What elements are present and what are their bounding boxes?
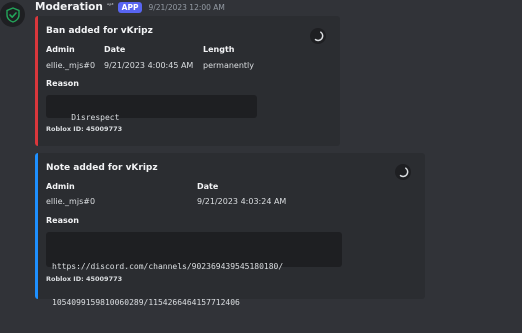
field-reason-label: Reason	[46, 79, 79, 88]
field-admin-value: ellie._mjs#0	[46, 61, 96, 70]
bot-tag: ᵒᵖᵗ	[106, 2, 114, 9]
shield-icon	[5, 6, 20, 23]
field-date-value: 9/21/2023 4:00:45 AM	[104, 61, 194, 70]
message-header: Moderation ᵒᵖᵗ APP 9/21/2023 12:00 AM	[35, 0, 225, 14]
note-embed: Note added for vKripz Admin ellie._mjs#0…	[35, 153, 425, 307]
username[interactable]: Moderation	[35, 1, 103, 13]
embed-title: Note added for vKripz	[46, 163, 158, 173]
reason-line-2: 1054099159810060289/1154266464157712406	[52, 298, 240, 307]
ban-embed: Ban added for vKripz Admin ellie._mjs#0 …	[35, 16, 340, 146]
avatar[interactable]	[0, 2, 25, 27]
field-date-label: Date	[197, 182, 219, 191]
reason-code-block: https://discord.com/channels/90236943954…	[46, 232, 342, 307]
reason-value: Disrespect	[71, 113, 120, 122]
field-length-label: Length	[203, 45, 235, 54]
field-length-value: permanently	[203, 61, 254, 70]
embed-footer: Roblox ID: 45009773	[46, 125, 123, 133]
embed-footer: Roblox ID: 45009773	[46, 275, 123, 283]
field-date-label: Date	[104, 45, 126, 54]
field-reason-label: Reason	[46, 216, 79, 225]
field-admin-value: ellie._mjs#0	[46, 197, 96, 206]
loading-spinner-icon	[395, 164, 411, 180]
field-admin-label: Admin	[46, 45, 75, 54]
reason-code-block: Disrespect	[46, 95, 257, 122]
field-admin-label: Admin	[46, 182, 75, 191]
embed-title: Ban added for vKripz	[46, 26, 153, 36]
field-date-value: 9/21/2023 4:03:24 AM	[197, 197, 287, 206]
loading-spinner-icon	[310, 28, 326, 44]
app-badge: APP	[117, 1, 143, 13]
reason-line-1: https://discord.com/channels/90236943954…	[52, 262, 284, 271]
message-timestamp[interactable]: 9/21/2023 12:00 AM	[148, 3, 224, 12]
